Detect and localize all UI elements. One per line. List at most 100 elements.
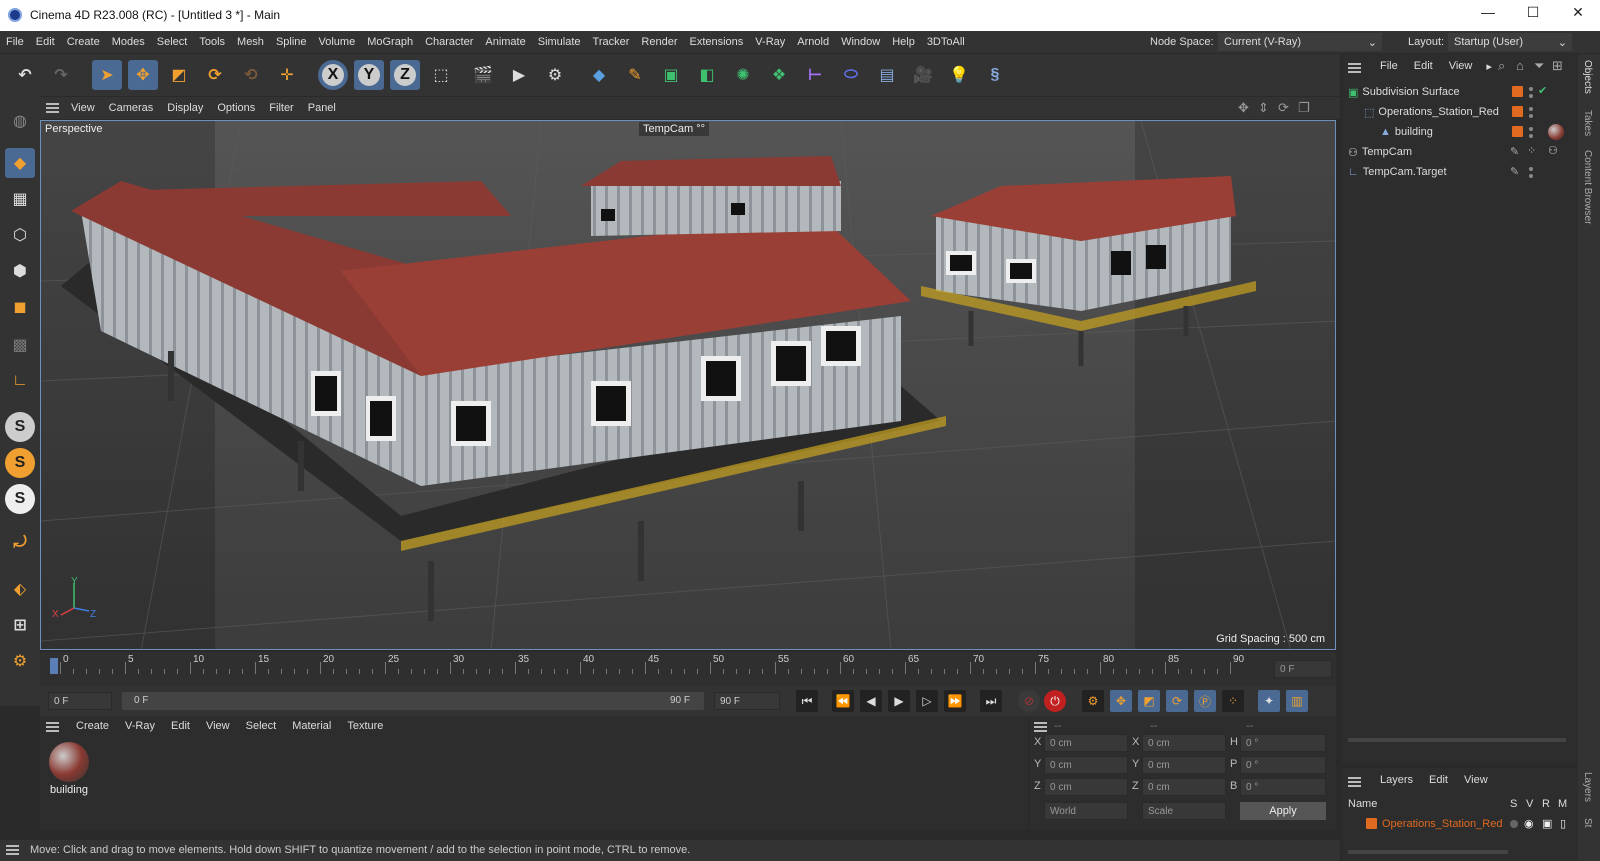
start-frame-field[interactable]: 0 F — [48, 692, 112, 710]
render-settings-icon[interactable]: ⚙ — [540, 60, 570, 90]
menu-tracker[interactable]: Tracker — [587, 36, 636, 48]
layer-row[interactable]: Operations_Station_Red ◉ ▣ ▯ — [1342, 814, 1578, 834]
maximize-button[interactable]: ☐ — [1511, 4, 1555, 21]
size-x-field[interactable]: 0 cm — [1142, 734, 1226, 752]
current-frame-field[interactable]: 0 F — [1274, 660, 1332, 678]
object-row[interactable]: ▣ Subdivision Surface ✔ — [1342, 82, 1578, 102]
material-menu-vray[interactable]: V-Ray — [117, 720, 163, 732]
axis-mode-icon[interactable]: ∟ — [5, 366, 35, 396]
object-row[interactable]: ⬚ Operations_Station_Red — [1342, 102, 1578, 122]
workplane-icon[interactable]: ⬖ — [5, 574, 35, 604]
timeline-window-icon[interactable]: ▥ — [1286, 690, 1308, 712]
y-axis-toggle[interactable]: Y — [354, 60, 384, 90]
cloner-icon[interactable]: ✺ — [728, 60, 758, 90]
menu-3dtoall[interactable]: 3DToAll — [921, 36, 971, 48]
tweak-mode-icon[interactable]: ⤾ — [5, 528, 35, 558]
rotate-tool-icon[interactable]: ⟳ — [200, 60, 230, 90]
menu-vray[interactable]: V-Ray — [749, 36, 791, 48]
tab-objects[interactable]: Objects — [1582, 60, 1593, 94]
solo-dot-icon[interactable] — [1510, 820, 1518, 828]
tab-structure[interactable]: St — [1582, 818, 1593, 827]
scale-tool-icon[interactable]: ◩ — [164, 60, 194, 90]
menu-render[interactable]: Render — [635, 36, 683, 48]
menu-simulate[interactable]: Simulate — [532, 36, 587, 48]
snap-workplane-icon[interactable]: S — [5, 484, 35, 514]
edit-check-icon[interactable]: ✎ — [1510, 165, 1519, 178]
object-row[interactable]: ⚇ TempCam ✎ ⁘ ⚇ — [1342, 142, 1578, 162]
home-icon[interactable]: ⌂ — [1516, 58, 1524, 73]
play-icon[interactable]: ▶ — [888, 690, 910, 712]
render-clapper-icon[interactable]: ▣ — [1542, 817, 1552, 830]
size-y-field[interactable]: 0 cm — [1142, 756, 1226, 774]
menu-window[interactable]: Window — [835, 36, 886, 48]
key-rotation-icon[interactable]: ⟳ — [1166, 690, 1188, 712]
record-disabled-icon[interactable]: ⊘ — [1018, 690, 1040, 712]
recent-tools-icon[interactable]: ⟲ — [236, 60, 266, 90]
menu-mograph[interactable]: MoGraph — [361, 36, 419, 48]
menu-animate[interactable]: Animate — [479, 36, 531, 48]
viewport-menu-view[interactable]: View — [64, 102, 102, 114]
object-menu-file[interactable]: File — [1372, 60, 1406, 73]
node-space-dropdown[interactable]: Current (V-Ray) ⌄ — [1218, 33, 1382, 51]
editor-visibility-dot[interactable] — [1529, 127, 1533, 131]
viewport-menu-filter[interactable]: Filter — [262, 102, 300, 114]
menu-select[interactable]: Select — [151, 36, 194, 48]
key-position-icon[interactable]: ✥ — [1110, 690, 1132, 712]
layer-menu-view[interactable]: View — [1456, 774, 1496, 786]
tab-takes[interactable]: Takes — [1582, 110, 1593, 136]
autokey-icon[interactable]: ⏻ — [1044, 690, 1066, 712]
layout-dropdown[interactable]: Startup (User) ⌄ — [1448, 33, 1572, 51]
next-frame-icon[interactable]: ▷ — [916, 690, 938, 712]
viewport-maximize-icon[interactable]: ❐ — [1298, 100, 1310, 116]
size-z-field[interactable]: 0 cm — [1142, 778, 1226, 796]
light-icon[interactable]: 💡 — [944, 60, 974, 90]
menu-edit[interactable]: Edit — [30, 36, 61, 48]
subdivision-surface-icon[interactable]: ▣ — [656, 60, 686, 90]
render-view-icon[interactable]: ▶ — [504, 60, 534, 90]
menu-mesh[interactable]: Mesh — [231, 36, 270, 48]
material-swatch[interactable]: building — [44, 740, 94, 810]
menu-spline[interactable]: Spline — [270, 36, 313, 48]
field-icon[interactable]: ⬭ — [836, 60, 866, 90]
apply-button[interactable]: Apply — [1240, 802, 1326, 820]
rotation-b-field[interactable]: 0 ° — [1240, 778, 1326, 796]
position-y-field[interactable]: 0 cm — [1044, 756, 1128, 774]
model-mode-icon[interactable]: ◆ — [5, 148, 35, 178]
go-to-start-icon[interactable]: ⏮ — [796, 690, 818, 712]
viewport-menu-options[interactable]: Options — [210, 102, 262, 114]
hamburger-menu-icon[interactable] — [6, 845, 19, 855]
grid-workplane-icon[interactable]: ⊞ — [5, 610, 35, 640]
key-parameter-icon[interactable]: Ⓟ — [1194, 690, 1216, 712]
editor-visibility-dot[interactable] — [1529, 107, 1533, 111]
horizontal-scrollbar[interactable] — [1348, 850, 1508, 854]
menu-file[interactable]: File — [0, 36, 30, 48]
3d-viewport[interactable]: Perspective TempCam °° Grid Spacing : 50… — [40, 120, 1336, 650]
material-menu-create[interactable]: Create — [68, 720, 117, 732]
polygon-mode-icon[interactable]: ◼ — [5, 292, 35, 322]
locked-workplane-icon[interactable]: ⚙ — [5, 646, 35, 676]
render-visibility-dot[interactable] — [1529, 94, 1533, 98]
hamburger-menu-icon[interactable] — [46, 103, 59, 113]
viewport-menu-panel[interactable]: Panel — [301, 102, 343, 114]
menu-character[interactable]: Character — [419, 36, 479, 48]
viewport-menu-display[interactable]: Display — [160, 102, 210, 114]
previous-frame-icon[interactable]: ◀ — [860, 690, 882, 712]
position-x-field[interactable]: 0 cm — [1044, 734, 1128, 752]
menu-help[interactable]: Help — [886, 36, 921, 48]
material-menu-texture[interactable]: Texture — [339, 720, 391, 732]
tab-content-browser[interactable]: Content Browser — [1582, 150, 1593, 224]
viewport-dolly-icon[interactable]: ⇕ — [1258, 100, 1269, 116]
select-tool-icon[interactable]: ➤ — [92, 60, 122, 90]
viewport-pan-icon[interactable]: ✥ — [1238, 100, 1249, 116]
more-arrow-icon[interactable]: ▸ — [1480, 60, 1498, 73]
coordinate-tool-icon[interactable]: ✛ — [272, 60, 302, 90]
object-menu-edit[interactable]: Edit — [1406, 60, 1441, 73]
texture-mode-icon[interactable]: ▦ — [5, 184, 35, 214]
enabled-check-icon[interactable]: ✔ — [1538, 84, 1547, 97]
material-menu-view[interactable]: View — [198, 720, 238, 732]
mograph-icon[interactable]: ❖ — [764, 60, 794, 90]
hamburger-menu-icon[interactable] — [46, 722, 59, 732]
material-tag-icon[interactable] — [1548, 124, 1564, 140]
position-z-field[interactable]: 0 cm — [1044, 778, 1128, 796]
viewport-orbit-icon[interactable]: ⟳ — [1278, 100, 1289, 116]
